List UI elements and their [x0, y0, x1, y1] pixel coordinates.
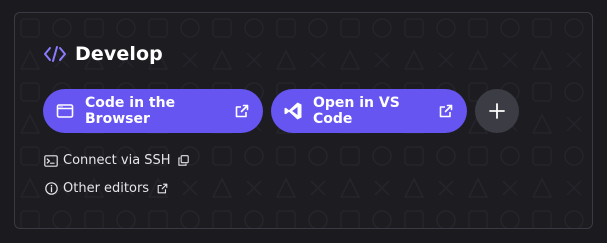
info-icon — [44, 182, 58, 196]
browser-window-icon — [55, 101, 75, 121]
code-brackets-icon — [43, 44, 67, 64]
more-options-button[interactable] — [475, 89, 519, 133]
terminal-icon — [44, 154, 58, 168]
open-in-vscode-label: Open in VS Code — [313, 95, 400, 127]
section-title: Develop — [75, 43, 163, 65]
code-in-browser-label: Code in the Browser — [85, 95, 176, 127]
plus-icon — [488, 102, 506, 120]
copy-icon[interactable] — [178, 155, 190, 167]
external-link-icon — [156, 183, 168, 195]
external-link-icon — [437, 102, 455, 120]
vscode-icon — [283, 101, 303, 121]
connect-via-ssh-link[interactable]: Connect via SSH — [44, 153, 190, 168]
external-link-icon — [233, 102, 251, 120]
develop-card: Develop Code in the Browser Open in VS C… — [14, 12, 593, 229]
other-editors-label: Other editors — [63, 181, 150, 196]
section-header: Develop — [43, 43, 163, 65]
open-in-vscode-button[interactable]: Open in VS Code — [271, 89, 467, 133]
connect-via-ssh-label: Connect via SSH — [63, 153, 171, 168]
other-editors-link[interactable]: Other editors — [44, 181, 168, 196]
code-in-browser-button[interactable]: Code in the Browser — [43, 89, 263, 133]
